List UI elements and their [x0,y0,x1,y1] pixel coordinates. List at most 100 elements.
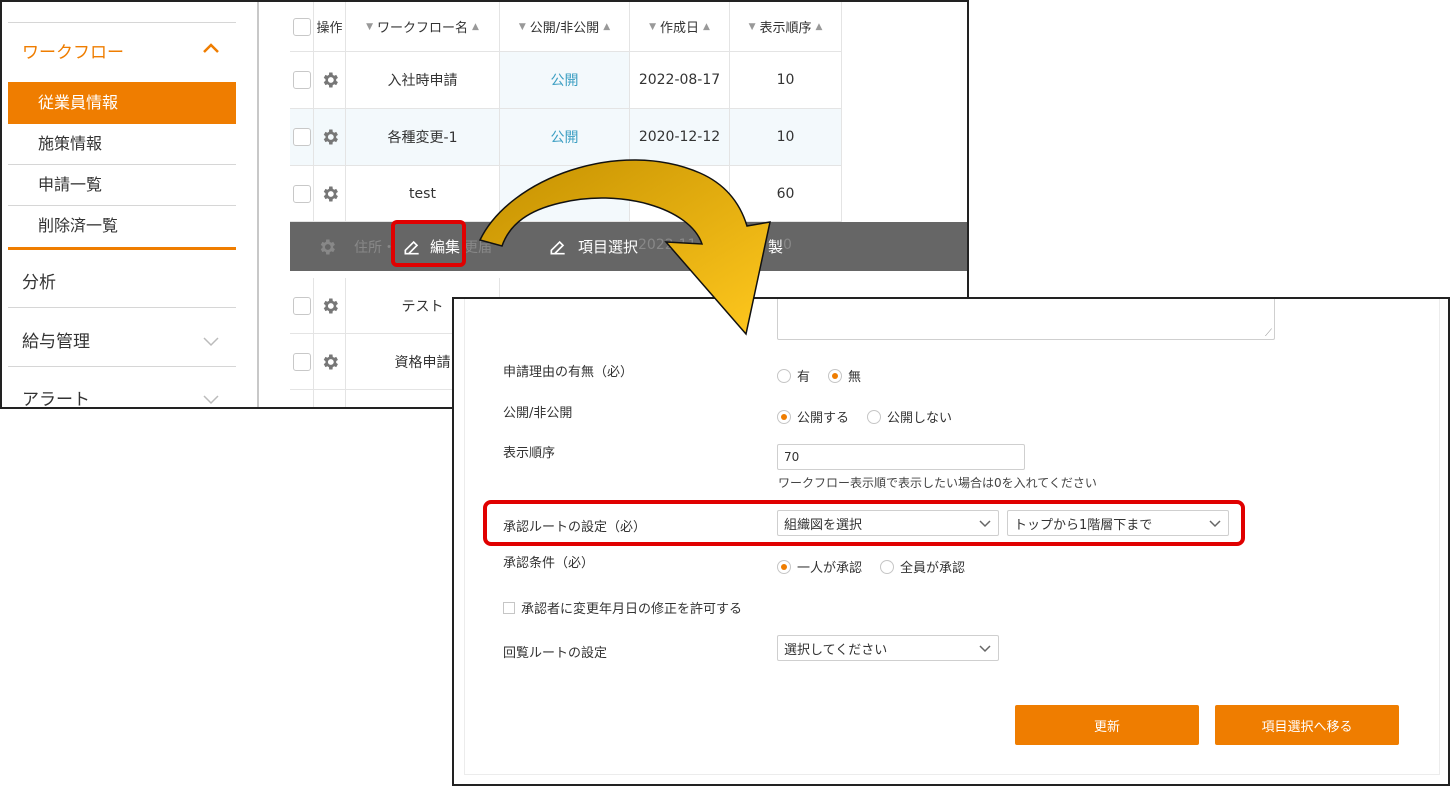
reason-label: 申請理由の有無（必） [503,365,634,380]
edit-button-highlight [391,220,466,267]
circular-route-label: 回覧ルートの設定 [503,646,608,661]
header-checkbox-cell [290,2,314,52]
reason-radio-group: 有 無 [777,366,861,385]
header-public[interactable]: ▼ 公開/非公開 ▲ [500,2,630,52]
row-public[interactable]: 公開 [500,52,630,109]
public-yes-label: 公開する [797,411,850,426]
row-checkbox-cell [290,109,314,166]
reason-no-label: 無 [848,370,862,385]
header-name[interactable]: ▼ ワークフロー名 ▲ [346,2,500,52]
approval-condition-label: 承認条件（必） [503,556,595,571]
reason-yes-radio[interactable] [777,368,791,383]
sidebar-scroll-track[interactable] [238,2,258,407]
update-button[interactable]: 更新 [1015,705,1199,745]
row-gear-cell [314,390,346,407]
sidebar: ワークフロー 従業員情報 施策情報 申請一覧 削除済一覧 分析 給与管理 アラー… [2,2,238,408]
order-hint: ワークフロー表示順で表示したい場合は0を入れてください [778,476,1097,490]
gear-icon[interactable] [320,127,340,147]
public-label: 公開/非公開 [503,406,573,421]
sidebar-item-policy-info[interactable]: 施策情報 [8,124,236,164]
public-yes-radio[interactable] [777,409,791,424]
row-checkbox-cell [290,52,314,109]
sidebar-divider [8,366,236,367]
row-name: 入社時申請 [346,52,500,109]
sort-desc-icon: ▼ [748,21,756,32]
row-gear-cell [314,52,346,109]
sort-asc-icon: ▲ [603,21,611,32]
header-order-label: 表示順序 [759,21,812,36]
approval-all-radio[interactable] [880,559,895,574]
hover-row-name: 住所・ [354,240,396,256]
row-order: 10 [730,52,842,109]
row-checkbox-cell [290,390,314,407]
sidebar-item-employee-info[interactable]: 従業員情報 [8,82,236,124]
sort-asc-icon: ▲ [472,21,479,32]
header-name-label: ワークフロー名 [376,21,468,36]
chevron-down-icon[interactable] [202,332,220,350]
row-checkbox[interactable] [292,296,311,315]
sort-asc-icon: ▲ [815,21,823,32]
order-input[interactable]: 70 [777,444,1025,470]
sidebar-item-deleted-list[interactable]: 削除済一覧 [8,206,236,246]
circular-route-select-value: 選択してください [784,642,888,658]
sort-desc-icon: ▼ [649,21,656,32]
row-checkbox-cell [290,166,314,222]
sidebar-item-alert[interactable]: アラート [22,385,90,407]
public-no-radio[interactable] [867,409,882,424]
row-created: 2022-08-17 [630,52,730,109]
sidebar-item-workflow[interactable]: ワークフロー [22,38,124,63]
chevron-down-icon[interactable] [202,390,220,408]
sidebar-scrollbar[interactable] [257,2,259,407]
gear-icon[interactable] [320,352,340,372]
row-gear-cell [314,109,346,166]
reason-no-radio[interactable] [828,368,843,383]
circular-route-select[interactable]: 選択してください [777,635,999,661]
public-no-label: 公開しない [887,411,953,426]
allow-date-edit-row: 承認者に変更年月日の修正を許可する [503,598,742,617]
approval-one-label: 一人が承認 [797,561,863,576]
row-checkbox[interactable] [292,128,311,146]
header-created-label: 作成日 [659,21,699,36]
reason-yes-label: 有 [797,370,811,385]
chevron-up-icon[interactable] [201,38,221,58]
sidebar-item-request-list[interactable]: 申請一覧 [8,165,236,205]
curved-arrow-icon [478,159,771,336]
resize-handle-icon[interactable]: ⟋ [1265,328,1272,339]
header-public-label: 公開/非公開 [529,21,600,36]
gear-icon[interactable] [320,296,340,316]
row-checkbox[interactable] [292,184,311,203]
sidebar-divider [8,307,236,308]
approval-one-radio[interactable] [777,559,791,574]
sidebar-item-payroll[interactable]: 給与管理 [22,327,90,352]
chevron-down-icon [979,645,991,653]
row-checkbox[interactable] [292,352,311,371]
allow-date-edit-label: 承認者に変更年月日の修正を許可する [521,602,743,617]
header-created[interactable]: ▼ 作成日 ▲ [630,2,730,52]
row-checkbox[interactable] [292,71,311,89]
description-textarea[interactable]: ⟋ [777,299,1275,340]
row-gear-cell [314,278,346,334]
sort-desc-icon: ▼ [518,21,526,32]
sort-asc-icon: ▲ [703,21,710,32]
sidebar-section-underline [8,247,236,250]
order-label: 表示順序 [503,446,556,461]
approval-route-highlight [483,500,1245,546]
sidebar-item-analytics[interactable]: 分析 [22,268,56,293]
public-radio-group: 公開する 公開しない [777,407,952,426]
header-ops: 操作 [314,2,346,52]
row-gear-cell [314,334,346,390]
row-checkbox-cell [290,278,314,334]
approval-all-label: 全員が承認 [900,561,966,576]
approval-condition-radio-group: 一人が承認 全員が承認 [777,557,965,576]
go-to-item-select-button[interactable]: 項目選択へ移る [1215,705,1399,745]
gear-icon[interactable] [320,70,340,90]
sidebar-divider [8,22,236,23]
row-checkbox-cell [290,334,314,390]
select-all-checkbox[interactable] [292,17,311,36]
row-gear-cell [314,166,346,222]
sort-desc-icon: ▼ [366,21,373,32]
gear-icon [320,239,335,255]
allow-date-edit-checkbox[interactable] [503,601,515,614]
header-order[interactable]: ▼ 表示順序 ▲ [730,2,842,52]
gear-icon[interactable] [320,184,340,204]
